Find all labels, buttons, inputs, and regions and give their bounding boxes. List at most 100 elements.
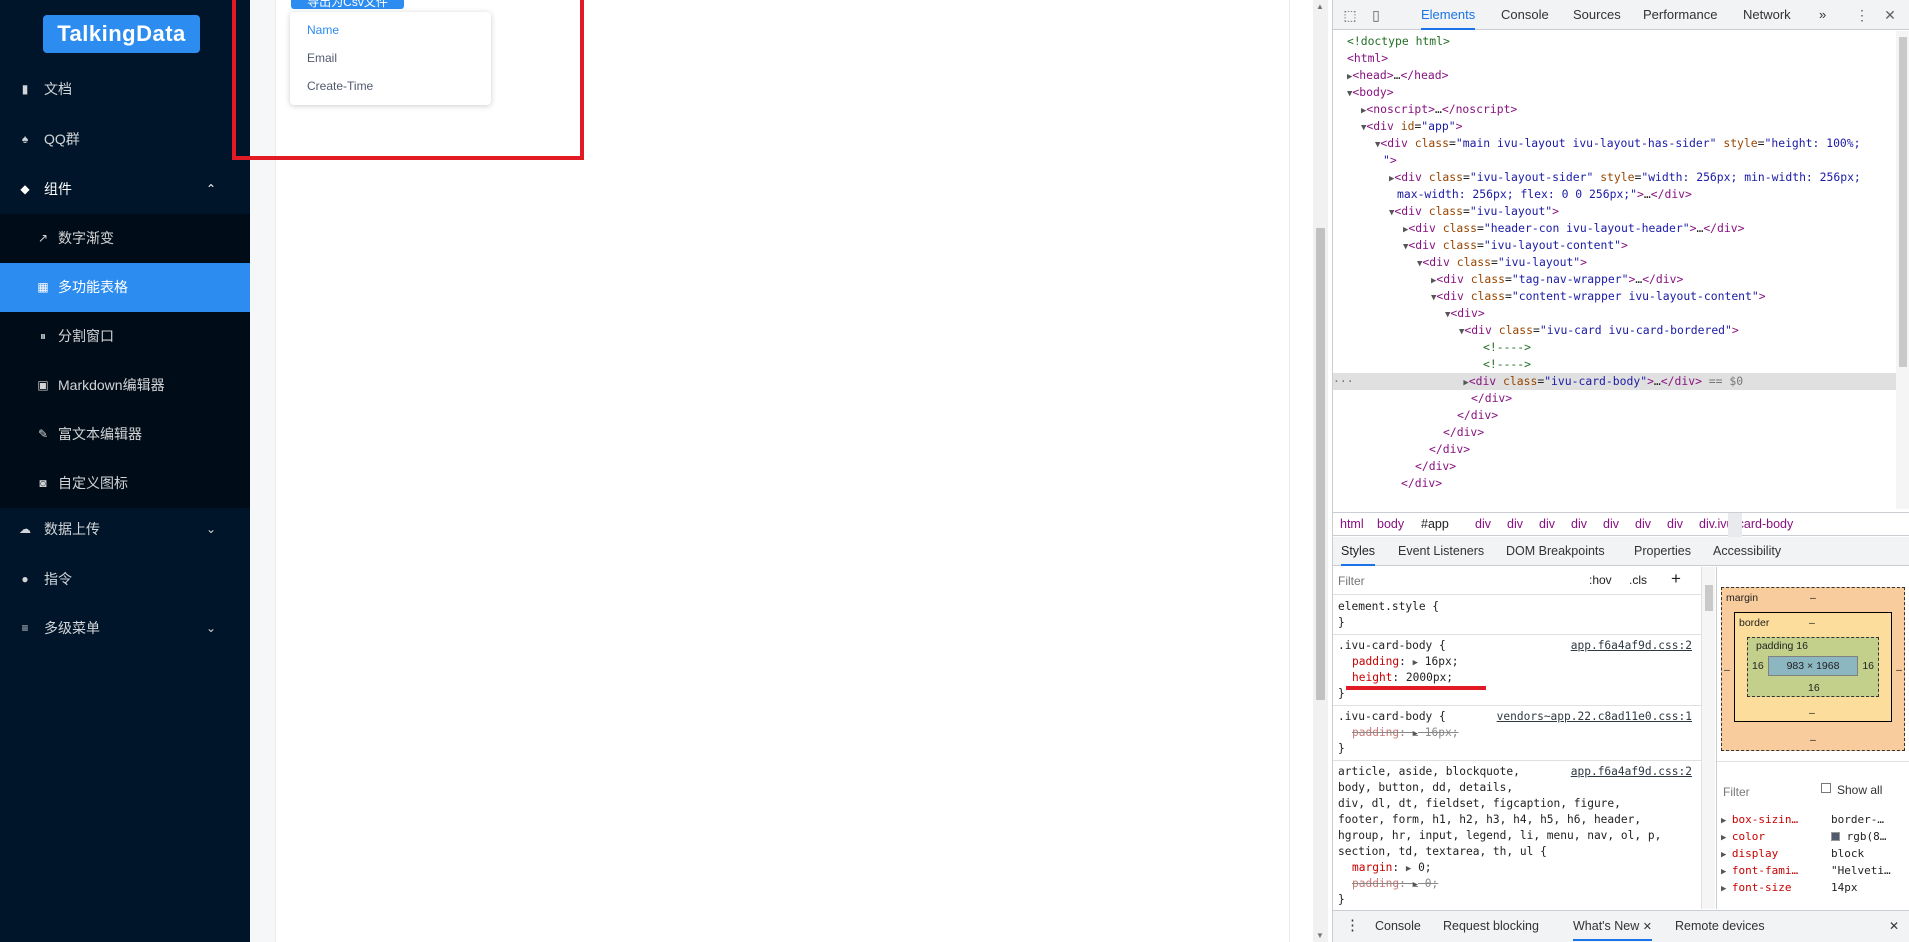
dom-scrollbar[interactable]: [1896, 31, 1909, 509]
crumb-div[interactable]: div: [1539, 517, 1555, 531]
styles-scrollbar[interactable]: [1701, 567, 1715, 909]
border-top-value[interactable]: –: [1809, 617, 1815, 629]
padding-bottom-value[interactable]: 16: [1808, 682, 1820, 694]
sidebar-item-rich-editor[interactable]: ✎ 富文本编辑器: [0, 410, 250, 459]
tab-properties[interactable]: Properties: [1634, 537, 1691, 566]
crumb-div[interactable]: div: [1475, 517, 1491, 531]
crumb-div[interactable]: div: [1667, 517, 1683, 531]
scroll-down-icon[interactable]: ▼: [1316, 931, 1324, 940]
close-icon[interactable]: ✕: [1881, 6, 1899, 24]
hov-toggle[interactable]: :hov: [1589, 573, 1612, 587]
drawer-menu-icon[interactable]: ⋮: [1345, 911, 1360, 941]
sidebar-item-upload[interactable]: ☁ 数据上传 ⌄: [0, 505, 250, 554]
crumb-app[interactable]: #app: [1421, 517, 1449, 531]
sidebar-item-docs[interactable]: ▮ 文档: [0, 65, 250, 114]
color-swatch[interactable]: [1831, 832, 1840, 841]
dom-line[interactable]: ▼<div class="ivu-layout-content">: [1403, 237, 1628, 254]
dom-line[interactable]: <!doctype html>: [1347, 33, 1450, 50]
kebab-menu-icon[interactable]: ⋮: [1853, 6, 1871, 24]
dom-line[interactable]: ▶<div class="tag-nav-wrapper">…</div>: [1431, 271, 1683, 288]
sidebar-item-markdown[interactable]: ▣ Markdown编辑器: [0, 361, 250, 410]
dom-line[interactable]: ▼<div class="content-wrapper ivu-layout-…: [1431, 288, 1766, 305]
sidebar-item-qq[interactable]: ♠ QQ群: [0, 115, 250, 164]
page-scrollbar[interactable]: ▲ ▼: [1313, 0, 1328, 942]
source-link[interactable]: app.f6a4af9d.css:2: [1571, 764, 1692, 780]
sidebar-item-split-pane[interactable]: ⏸ 分割窗口: [0, 312, 250, 361]
crumb-div[interactable]: div: [1635, 517, 1651, 531]
decl-padding-overridden[interactable]: padding: ▶ 0;: [1352, 876, 1438, 892]
dom-line[interactable]: ▶<div class="ivu-layout-sider" style="wi…: [1389, 169, 1861, 186]
inspect-icon[interactable]: ⬚: [1341, 6, 1359, 24]
dom-line[interactable]: ▶<noscript>…</noscript>: [1361, 101, 1517, 118]
dom-line[interactable]: ▼<div id="app">: [1361, 118, 1462, 135]
tab-accessibility[interactable]: Accessibility: [1713, 537, 1781, 566]
dom-line[interactable]: ▼<div class="main ivu-layout ivu-layout-…: [1375, 135, 1861, 152]
rule-card-body[interactable]: .ivu-card-body {app.f6a4af9d.css:2: [1338, 638, 1698, 654]
sidebar-item-components[interactable]: ◆ 组件 ⌃: [0, 165, 250, 214]
sidebar-item-custom-icons[interactable]: ◙ 自定义图标: [0, 459, 250, 508]
drawer-tab-console[interactable]: Console: [1375, 911, 1421, 941]
close-icon[interactable]: ✕: [1643, 921, 1652, 933]
sidebar-item-directive[interactable]: ● 指令: [0, 555, 250, 604]
cls-toggle[interactable]: .cls: [1629, 573, 1647, 587]
margin-bottom-value[interactable]: –: [1810, 734, 1816, 746]
decl-padding-overridden[interactable]: padding: ▶ 16px;: [1352, 725, 1458, 741]
crumb-card-body[interactable]: [1728, 513, 1742, 537]
border-bottom-value[interactable]: –: [1809, 707, 1815, 719]
more-tabs-icon[interactable]: »: [1819, 0, 1826, 30]
new-rule-icon[interactable]: +: [1671, 569, 1681, 589]
margin-top-value[interactable]: –: [1810, 592, 1816, 604]
dom-line-selected[interactable]: ··· ▶<div class="ivu-card-body">…</div> …: [1333, 373, 1896, 390]
tab-dom-breakpoints[interactable]: DOM Breakpoints: [1506, 537, 1605, 566]
padding-left-value[interactable]: 16: [1752, 660, 1764, 672]
dom-line[interactable]: ▶<div class="header-con ivu-layout-heade…: [1403, 220, 1744, 237]
crumb-div[interactable]: div: [1603, 517, 1619, 531]
tab-sources[interactable]: Sources: [1573, 0, 1621, 30]
dom-line[interactable]: ▼<div>: [1445, 305, 1485, 322]
drawer-tab-request-blocking[interactable]: Request blocking: [1443, 911, 1539, 941]
page-scroll-thumb[interactable]: [1316, 228, 1325, 700]
dom-line[interactable]: ▼<div class="ivu-card ivu-card-bordered"…: [1459, 322, 1739, 339]
drawer-tab-whats-new[interactable]: What's New ✕: [1573, 911, 1652, 941]
sidebar-item-tables[interactable]: ▦ 多功能表格: [0, 263, 250, 312]
tab-elements[interactable]: Elements: [1421, 0, 1476, 30]
rule-reset[interactable]: article, aside, blockquote, app.f6a4af9d.…: [1338, 764, 1698, 780]
rule-element-style[interactable]: element.style {: [1338, 599, 1439, 615]
tab-event-listeners[interactable]: Event Listeners: [1398, 537, 1484, 566]
device-toolbar-icon[interactable]: ▯: [1367, 6, 1385, 24]
close-drawer-icon[interactable]: ✕: [1889, 911, 1899, 941]
crumb-div[interactable]: div: [1507, 517, 1523, 531]
show-all-checkbox[interactable]: [1821, 783, 1831, 793]
drawer-tab-remote-devices[interactable]: Remote devices: [1675, 911, 1765, 941]
dom-line[interactable]: ▼<body>: [1347, 84, 1394, 101]
box-model-content[interactable]: 983 × 1968: [1768, 656, 1858, 676]
rule-card-body-vendor[interactable]: .ivu-card-body {vendors~app.22.c8ad11e0.…: [1338, 709, 1698, 725]
crumb-body[interactable]: body: [1377, 517, 1404, 531]
margin-right-value[interactable]: –: [1896, 664, 1902, 676]
source-link[interactable]: vendors~app.22.c8ad11e0.css:1: [1497, 709, 1692, 725]
sidebar-item-multilevel[interactable]: ≡ 多级菜单 ⌄: [0, 604, 250, 653]
dom-scroll-thumb[interactable]: [1899, 37, 1907, 367]
decl-margin[interactable]: margin: ▶ 0;: [1352, 860, 1432, 876]
sidebar-item-count-to[interactable]: ↗ 数字渐变: [0, 214, 250, 263]
scroll-up-icon[interactable]: ▲: [1316, 2, 1324, 11]
dom-line[interactable]: ▼<div class="ivu-layout">: [1417, 254, 1587, 271]
tab-performance[interactable]: Performance: [1643, 0, 1717, 30]
padding-right-value[interactable]: 16: [1862, 660, 1874, 672]
dom-line[interactable]: <html>: [1347, 50, 1388, 67]
crumb-div[interactable]: div: [1571, 517, 1587, 531]
tab-console[interactable]: Console: [1501, 0, 1549, 30]
tab-styles[interactable]: Styles: [1341, 537, 1376, 566]
crumb-div[interactable]: div.ivu-card-body: [1699, 517, 1793, 531]
decl-padding[interactable]: padding: ▶ 16px;: [1352, 654, 1458, 670]
source-link[interactable]: app.f6a4af9d.css:2: [1571, 638, 1692, 654]
computed-filter[interactable]: Filter: [1723, 785, 1750, 799]
dom-line[interactable]: ▶<head>…</head>: [1347, 67, 1448, 84]
margin-left-value[interactable]: –: [1724, 664, 1730, 676]
decl-height[interactable]: height: 2000px;: [1352, 670, 1453, 686]
styles-scroll-thumb[interactable]: [1705, 585, 1713, 611]
tab-network[interactable]: Network: [1743, 0, 1791, 30]
styles-filter-input[interactable]: [1338, 572, 1578, 590]
dom-line[interactable]: ▼<div class="ivu-layout">: [1389, 203, 1559, 220]
crumb-html[interactable]: html: [1340, 517, 1364, 531]
